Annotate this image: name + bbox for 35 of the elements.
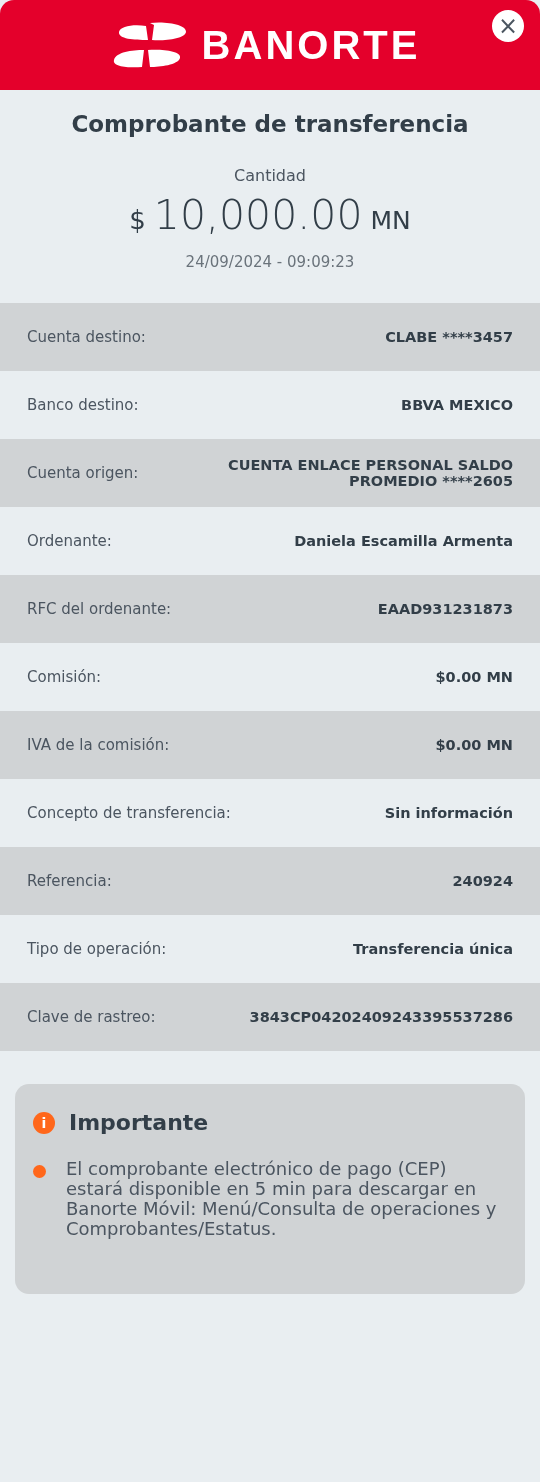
detail-value: EAAD931231873 xyxy=(377,601,513,617)
detail-label: IVA de la comisión: xyxy=(27,736,170,754)
transfer-datetime: 24/09/2024 - 09:09:23 xyxy=(185,253,355,271)
info-icon: i xyxy=(33,1111,55,1134)
bullet-icon xyxy=(33,1165,46,1178)
detail-value: BBVA MEXICO xyxy=(401,397,513,413)
page-title: Comprobante de transferencia xyxy=(70,110,470,139)
currency-unit: MN xyxy=(370,206,411,235)
detail-label: Ordenante: xyxy=(27,532,112,550)
detail-value: CUENTA ENLACE PERSONAL SALDO PROMEDIO ****2605 xyxy=(227,457,513,489)
detail-label: Cuenta destino: xyxy=(27,328,146,346)
notice-text: El comprobante electrónico de pago (CEP) estará disponible en 5 min para descargar en Banorte Móvil: Menú/Consulta de operaciones y Comprobantes/Estatus. xyxy=(66,1159,498,1239)
detail-value: CLABE ****3457 xyxy=(385,329,513,345)
detail-value: 240924 xyxy=(452,873,513,889)
detail-label: Comisión: xyxy=(27,668,102,686)
detail-label: Concepto de transferencia: xyxy=(27,804,231,822)
detail-value: Transferencia única xyxy=(352,941,513,957)
detail-value: Daniela Escamilla Armenta xyxy=(294,533,513,549)
detail-label: Tipo de operación: xyxy=(27,940,167,958)
logo-text: BANORTE xyxy=(201,22,421,68)
detail-label: Referencia: xyxy=(27,872,112,890)
detail-value: $0.00 MN xyxy=(435,669,513,685)
currency-symbol: $ xyxy=(129,205,146,235)
amount-value: 10,000.00 xyxy=(153,191,363,239)
detail-label: RFC del ordenante: xyxy=(27,600,172,618)
detail-value: 3843CP04202409243395537286 xyxy=(249,1009,513,1025)
detail-value: $0.00 MN xyxy=(435,737,513,753)
detail-value: Sin información xyxy=(384,805,513,821)
detail-label: Cuenta origen: xyxy=(27,464,139,482)
detail-label: Clave de rastreo: xyxy=(27,1008,156,1026)
detail-label: Banco destino: xyxy=(27,396,139,414)
logo-icon xyxy=(111,21,188,69)
amount-label: Cantidad xyxy=(234,166,306,185)
close-button[interactable]: × xyxy=(492,10,524,42)
notice-title: Importante xyxy=(69,1110,209,1135)
